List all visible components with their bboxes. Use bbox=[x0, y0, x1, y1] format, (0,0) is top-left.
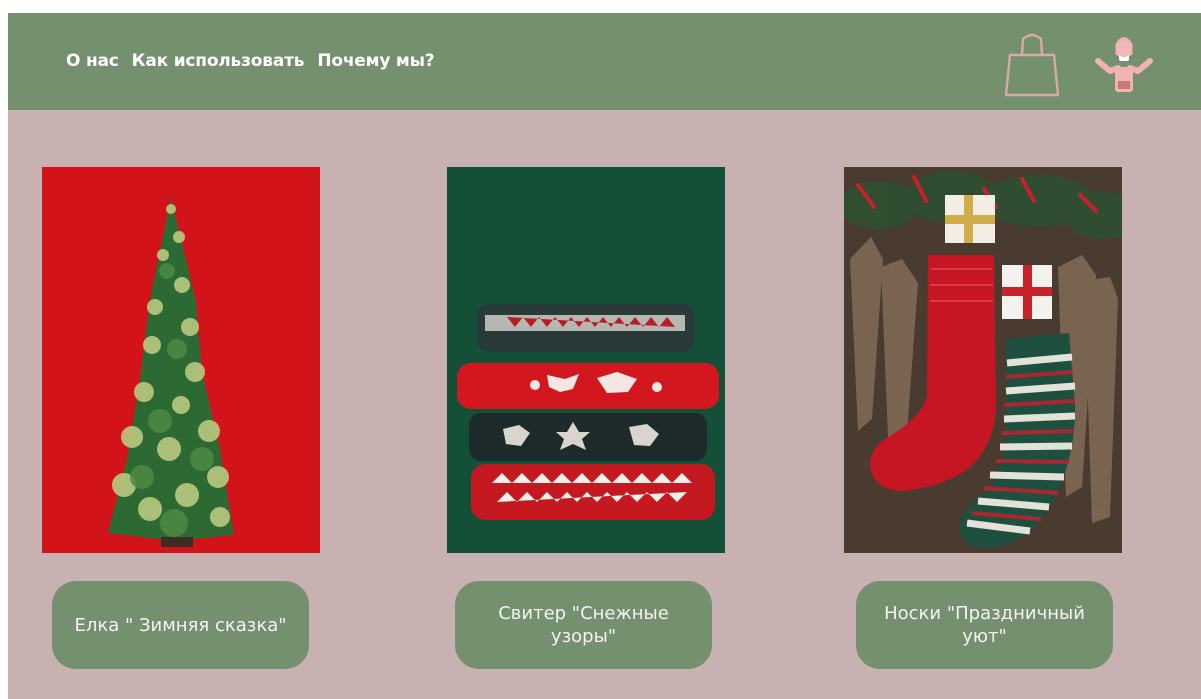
sweater-stack-photo[interactable] bbox=[447, 167, 725, 553]
product-button-tree[interactable]: Елка " Зимняя сказка" bbox=[52, 581, 309, 669]
nav-why-us[interactable]: Почему мы? bbox=[317, 51, 434, 71]
product-button-sweater[interactable]: Свитер "Снежные узоры" bbox=[455, 581, 712, 669]
user-shopper-icon[interactable] bbox=[1090, 27, 1158, 99]
top-nav: О нас Как использовать Почему мы? bbox=[66, 51, 435, 71]
christmas-tree-photo[interactable] bbox=[42, 167, 320, 553]
product-button-socks[interactable]: Носки "Праздничный уют" bbox=[856, 581, 1113, 669]
shopping-bag-icon[interactable] bbox=[998, 27, 1066, 99]
product-card-socks: Носки "Праздничный уют" bbox=[844, 167, 1122, 687]
page: О нас Как использовать Почему мы? Елка "… bbox=[8, 13, 1201, 699]
header: О нас Как использовать Почему мы? bbox=[8, 13, 1201, 110]
product-card-tree: Елка " Зимняя сказка" bbox=[42, 167, 320, 687]
christmas-socks-photo[interactable] bbox=[844, 167, 1122, 553]
nav-how-to-use[interactable]: Как использовать bbox=[132, 51, 305, 71]
product-card-sweater: Свитер "Снежные узоры" bbox=[447, 167, 725, 687]
nav-about[interactable]: О нас bbox=[66, 51, 119, 71]
